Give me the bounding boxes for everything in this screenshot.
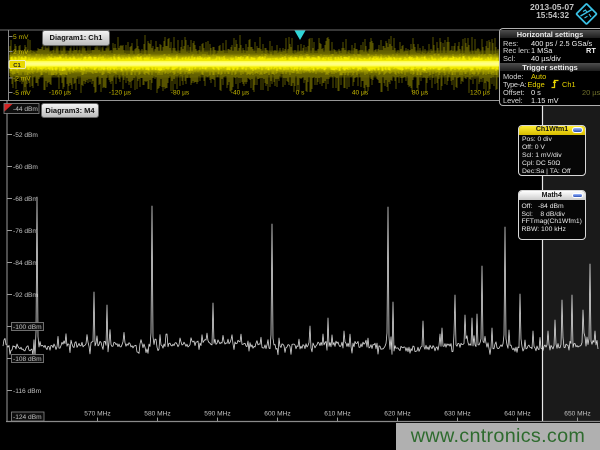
svg-text:-100 dBm: -100 dBm	[13, 324, 42, 331]
svg-text:590 MHz: 590 MHz	[204, 411, 230, 418]
svg-text:620 MHz: 620 MHz	[384, 411, 410, 418]
svg-text:600 MHz: 600 MHz	[264, 411, 290, 418]
svg-text:-76 dBm: -76 dBm	[13, 228, 38, 235]
svg-text:-124 dBm: -124 dBm	[13, 414, 42, 421]
svg-text:630 MHz: 630 MHz	[444, 411, 470, 418]
svg-text:C1: C1	[13, 63, 21, 69]
svg-text:-2 mV: -2 mV	[13, 75, 31, 82]
svg-text:650 MHz: 650 MHz	[564, 411, 590, 418]
svg-text:-92 dBm: -92 dBm	[13, 292, 38, 299]
svg-text:-160 µs: -160 µs	[49, 90, 72, 97]
svg-text:-116 dBm: -116 dBm	[13, 388, 42, 395]
svg-text:-60 dBm: -60 dBm	[13, 164, 38, 171]
svg-text:610 MHz: 610 MHz	[324, 411, 350, 418]
svg-text:640 MHz: 640 MHz	[504, 411, 530, 418]
svg-text:580 MHz: 580 MHz	[144, 411, 170, 418]
svg-text:-108 dBm: -108 dBm	[13, 356, 42, 363]
svg-text:-5 mV: -5 mV	[13, 90, 31, 97]
svg-text:5 mV: 5 mV	[13, 34, 29, 41]
svg-text:-40 µs: -40 µs	[231, 90, 250, 97]
svg-text:80 µs: 80 µs	[412, 90, 429, 97]
svg-text:2 mV: 2 mV	[13, 49, 29, 56]
svg-text:-44 dBm: -44 dBm	[13, 106, 38, 113]
svg-text:-68 dBm: -68 dBm	[13, 196, 38, 203]
svg-text:-84 dBm: -84 dBm	[13, 260, 38, 267]
svg-text:-80 µs: -80 µs	[171, 90, 190, 97]
svg-text:0 s: 0 s	[296, 90, 305, 97]
svg-text:-52 dBm: -52 dBm	[13, 132, 38, 139]
svg-text:570 MHz: 570 MHz	[84, 411, 110, 418]
svg-text:40 µs: 40 µs	[352, 90, 369, 97]
svg-text:120 µs: 120 µs	[470, 90, 491, 97]
svg-text:-120 µs: -120 µs	[109, 90, 132, 97]
